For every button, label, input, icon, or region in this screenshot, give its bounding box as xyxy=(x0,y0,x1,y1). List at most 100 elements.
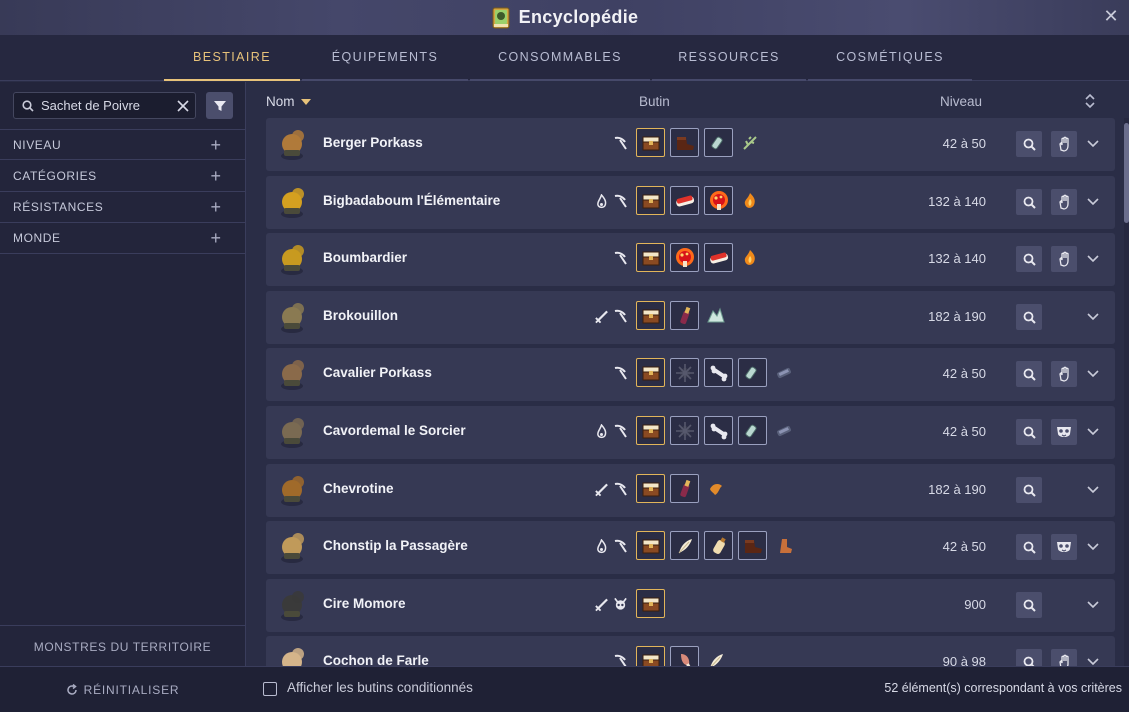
conditional-loot-checkbox[interactable] xyxy=(263,682,277,696)
loot-item-leaf-icon[interactable] xyxy=(704,477,728,501)
table-row[interactable]: Bigbadaboum l'Élémentaire 132 à 140 xyxy=(266,176,1115,229)
inspect-button[interactable] xyxy=(1016,246,1042,272)
table-row[interactable]: Cavalier Porkass 42 à 50 xyxy=(266,348,1115,401)
magnifier-icon xyxy=(1023,484,1036,497)
loot-item-meat-icon[interactable] xyxy=(670,646,699,666)
loot-item-potion-icon[interactable] xyxy=(738,358,767,387)
sort-toggle-icon[interactable] xyxy=(1084,93,1096,109)
inspect-button[interactable] xyxy=(1016,189,1042,215)
pickaxe-icon xyxy=(613,424,628,439)
loot-item-bottle-icon[interactable] xyxy=(670,301,699,330)
monster-avatar xyxy=(274,126,310,162)
territory-monsters-button[interactable]: MONSTRES DU TERRITOIRE xyxy=(0,625,245,667)
loot-item-bottle2-icon[interactable] xyxy=(704,531,733,560)
table-row[interactable]: Berger Porkass 42 à 50 xyxy=(266,118,1115,171)
search-input[interactable] xyxy=(39,97,173,114)
inspect-button[interactable] xyxy=(1016,131,1042,157)
scrollbar[interactable] xyxy=(1124,118,1129,666)
table-row[interactable]: Brokouillon 182 à 190 xyxy=(266,291,1115,344)
plus-icon: + xyxy=(210,197,221,217)
expand-chevron-icon[interactable] xyxy=(1086,597,1100,611)
loot-item-chest-icon[interactable] xyxy=(636,531,665,560)
loot-item-flame-icon[interactable] xyxy=(738,189,762,213)
loot-item-spike-icon[interactable] xyxy=(670,416,699,445)
expand-chevron-icon[interactable] xyxy=(1086,366,1100,380)
loot-item-bone-icon[interactable] xyxy=(704,358,733,387)
filter-niveau[interactable]: NIVEAU + xyxy=(0,129,245,160)
inspect-button[interactable] xyxy=(1016,592,1042,618)
loot-item-mushroom-icon[interactable] xyxy=(704,186,733,215)
inspect-button[interactable] xyxy=(1016,649,1042,666)
loot-item-boot2-icon[interactable] xyxy=(772,534,796,558)
table-row[interactable]: Cire Momore 900 xyxy=(266,579,1115,632)
loot-item-flame-icon[interactable] xyxy=(738,246,762,270)
loot-item-herb-icon[interactable] xyxy=(738,131,762,155)
monster-level: 42 à 50 xyxy=(942,539,986,554)
loot-item-sushi-icon[interactable] xyxy=(670,186,699,215)
loot-item-feather-icon[interactable] xyxy=(670,531,699,560)
filter-button[interactable] xyxy=(206,92,233,119)
archmonster-button[interactable] xyxy=(1051,189,1077,215)
tab-consommables[interactable]: CONSOMMABLES xyxy=(470,35,650,81)
expand-chevron-icon[interactable] xyxy=(1086,251,1100,265)
expand-chevron-icon[interactable] xyxy=(1086,654,1100,666)
filter-resistances[interactable]: RÉSISTANCES + xyxy=(0,192,245,223)
expand-chevron-icon[interactable] xyxy=(1086,539,1100,553)
tab-cosmetiques[interactable]: COSMÉTIQUES xyxy=(808,35,972,81)
table-row[interactable]: Cavordemal le Sorcier 42 à 50 xyxy=(266,406,1115,459)
tab-ressources[interactable]: RESSOURCES xyxy=(652,35,806,81)
monster-level: 182 à 190 xyxy=(928,482,986,497)
expand-chevron-icon[interactable] xyxy=(1086,309,1100,323)
inspect-button[interactable] xyxy=(1016,361,1042,387)
loot-item-spike-icon[interactable] xyxy=(670,358,699,387)
loot-item-potion-icon[interactable] xyxy=(704,128,733,157)
capturable-button[interactable] xyxy=(1051,246,1077,272)
table-row[interactable]: Chevrotine 182 à 190 xyxy=(266,464,1115,517)
loot-item-sushi-icon[interactable] xyxy=(704,243,733,272)
loot-item-potion-icon[interactable] xyxy=(738,416,767,445)
sort-by-name[interactable]: Nom xyxy=(266,94,311,109)
inspect-button[interactable] xyxy=(1016,304,1042,330)
capturable-button[interactable] xyxy=(1051,649,1077,666)
loot-item-chest-icon[interactable] xyxy=(636,243,665,272)
capturable-button[interactable] xyxy=(1051,131,1077,157)
expand-chevron-icon[interactable] xyxy=(1086,194,1100,208)
loot-item-chest-icon[interactable] xyxy=(636,646,665,666)
loot-item-bottle-icon[interactable] xyxy=(670,474,699,503)
loot-item-feather-icon[interactable] xyxy=(704,649,728,666)
tab-bestiaire[interactable]: BESTIAIRE xyxy=(164,35,300,81)
inspect-button[interactable] xyxy=(1016,534,1042,560)
inspect-button[interactable] xyxy=(1016,419,1042,445)
loot-item-chest-icon[interactable] xyxy=(636,416,665,445)
reset-button[interactable]: RÉINITIALISER xyxy=(0,667,245,712)
loot-item-crystal-icon[interactable] xyxy=(704,304,728,328)
table-row[interactable]: Chonstip la Passagère 42 à 50 xyxy=(266,521,1115,574)
clear-search-icon[interactable] xyxy=(177,99,189,112)
tab-equipements[interactable]: ÉQUIPEMENTS xyxy=(302,35,468,81)
loot-item-boot-icon[interactable] xyxy=(738,531,767,560)
loot-item-scroll-icon[interactable] xyxy=(772,361,796,385)
loot-item-bone-icon[interactable] xyxy=(704,416,733,445)
loot-item-chest-icon[interactable] xyxy=(636,128,665,157)
loot-item-scroll-icon[interactable] xyxy=(772,419,796,443)
expand-chevron-icon[interactable] xyxy=(1086,136,1100,150)
table-row[interactable]: Boumbardier 132 à 140 xyxy=(266,233,1115,286)
scroll-thumb[interactable] xyxy=(1124,123,1129,223)
archmonster-button[interactable] xyxy=(1051,419,1077,445)
table-row[interactable]: Cochon de Farle 90 à 98 xyxy=(266,636,1115,666)
loot-item-chest-icon[interactable] xyxy=(636,186,665,215)
loot-item-chest-icon[interactable] xyxy=(636,301,665,330)
loot-item-mushroom-icon[interactable] xyxy=(670,243,699,272)
capturable-button[interactable] xyxy=(1051,361,1077,387)
loot-item-chest-icon[interactable] xyxy=(636,358,665,387)
loot-item-chest-icon[interactable] xyxy=(636,474,665,503)
loot-item-boot-icon[interactable] xyxy=(670,128,699,157)
inspect-button[interactable] xyxy=(1016,477,1042,503)
expand-chevron-icon[interactable] xyxy=(1086,482,1100,496)
archmonster-button[interactable] xyxy=(1051,534,1077,560)
filter-categories[interactable]: CATÉGORIES + xyxy=(0,161,245,192)
close-icon[interactable]: ✕ xyxy=(1101,6,1121,26)
loot-item-chest-icon[interactable] xyxy=(636,589,665,618)
filter-monde[interactable]: MONDE + xyxy=(0,223,245,254)
expand-chevron-icon[interactable] xyxy=(1086,424,1100,438)
